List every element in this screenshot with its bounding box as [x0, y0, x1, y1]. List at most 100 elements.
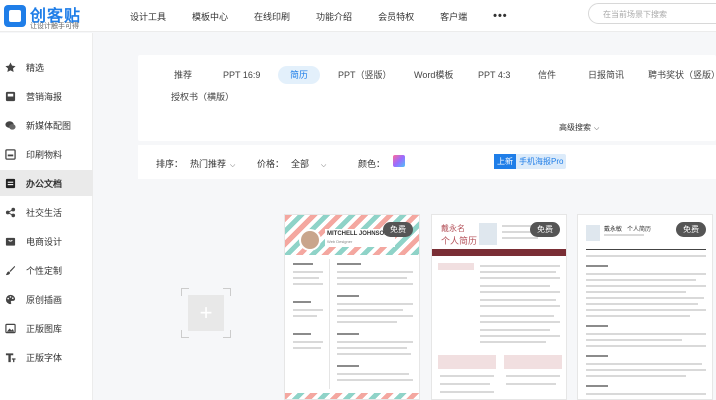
sidebar-item-label: 电商设计 [26, 236, 63, 247]
card-name: 戴永敏 [604, 227, 623, 233]
card-title: 个人简历 [627, 227, 652, 233]
text-line [480, 271, 556, 273]
text-line [293, 277, 319, 279]
text-line [337, 353, 411, 355]
sidebar-item-label: 办公文档 [26, 178, 63, 189]
text-line [480, 321, 560, 323]
nav-membership[interactable]: 会员特权 [378, 10, 414, 23]
tab-authorization-horizontal[interactable]: 授权书（横版） [171, 88, 234, 106]
text-line [586, 325, 608, 327]
tab-word-template[interactable]: Word模板 [414, 66, 453, 84]
tab-resume[interactable]: 简历 [278, 66, 321, 84]
nav-online-print[interactable]: 在线印刷 [254, 10, 290, 23]
avatar [299, 229, 321, 251]
create-blank-button[interactable]: + [181, 288, 231, 338]
chevron-down-icon: ⌵ [594, 125, 600, 132]
nav-design-tools[interactable]: 设计工具 [130, 10, 166, 23]
sidebar-item-office-docs[interactable]: 办公文档 [0, 170, 93, 196]
sidebar-item-label: 新媒体配图 [26, 120, 72, 131]
color-label: 颜色： [358, 159, 386, 169]
template-card[interactable]: 戴永名 个人简历 免费 [431, 214, 567, 400]
tab-ppt-vertical[interactable]: PPT（竖版） [338, 66, 392, 84]
section-tag [438, 263, 474, 270]
sidebar-item-new-media[interactable]: 新媒体配图 [0, 112, 93, 138]
sidebar: 精选 营销海报 新媒体配图 印刷物料 办公文档 社交生活 电商设计 个性定制 原… [0, 33, 93, 400]
template-card[interactable]: MITCHELL JOHNSON Web Designer 免费 [284, 214, 420, 400]
card-pattern-footer [285, 393, 419, 399]
text-line [586, 315, 690, 317]
text-line [337, 365, 359, 367]
logo-subtitle: 让设计触手可得 [30, 23, 79, 30]
nav-client[interactable]: 客户端 [440, 10, 467, 23]
section-tag [438, 355, 496, 369]
sidebar-item-custom[interactable]: 个性定制 [0, 257, 93, 283]
font-icon [4, 351, 16, 363]
social-icon [4, 206, 16, 218]
corner-mark [223, 288, 231, 296]
text-line [586, 309, 706, 311]
text-line [502, 237, 538, 239]
sidebar-item-print[interactable]: 印刷物料 [0, 141, 93, 167]
sidebar-item-social[interactable]: 社交生活 [0, 199, 93, 225]
sidebar-item-ecommerce[interactable]: 电商设计 [0, 228, 93, 254]
sidebar-item-featured[interactable]: 精选 [0, 54, 93, 80]
color-picker[interactable] [393, 155, 405, 167]
text-line [337, 315, 413, 317]
sidebar-item-illustration[interactable]: 原创插画 [0, 286, 93, 312]
text-line [293, 283, 323, 285]
image-icon [4, 322, 16, 334]
text-line [586, 265, 608, 267]
text-line [337, 295, 359, 297]
divider [329, 259, 330, 389]
logo[interactable]: 创客贴 让设计触手可得 [4, 2, 104, 30]
card-name: MITCHELL JOHNSON [327, 231, 389, 237]
section-tag [504, 355, 562, 369]
sidebar-item-stock-images[interactable]: 正版图库 [0, 315, 93, 341]
nav-template-center[interactable]: 模板中心 [192, 10, 228, 23]
tab-recommended[interactable]: 推荐 [174, 66, 192, 84]
category-panel: 推荐 PPT 16:9 简历 PPT（竖版） Word模板 PPT 4:3 信件… [138, 55, 716, 141]
text-line [440, 375, 494, 377]
promo-banner[interactable]: 上新 手机海报Pro [494, 154, 566, 169]
free-badge: 免费 [383, 222, 413, 237]
nav-features[interactable]: 功能介绍 [316, 10, 352, 23]
more-menu-icon[interactable]: ••• [493, 10, 508, 22]
text-line [337, 333, 359, 335]
sort-value: 热门推荐 [190, 159, 227, 169]
poster-icon [4, 90, 16, 102]
text-line [337, 321, 397, 323]
text-line [480, 277, 560, 279]
text-line [604, 234, 644, 236]
tab-certificate-vertical[interactable]: 聘书奖状（竖版） [648, 66, 716, 84]
tab-letter[interactable]: 信件 [538, 66, 556, 84]
text-line [586, 285, 706, 287]
corner-mark [223, 330, 231, 338]
text-line [506, 383, 556, 385]
text-line [337, 277, 407, 279]
text-line [440, 383, 490, 385]
template-card[interactable]: 戴永敏 个人简历 免费 [577, 214, 713, 400]
search-input[interactable]: 在当前场景下搜索 [588, 3, 716, 24]
text-line [440, 391, 494, 393]
text-line [586, 291, 686, 293]
text-line [337, 283, 413, 285]
advanced-search-button[interactable]: 高级搜索 ⌵ [559, 122, 599, 133]
sort-dropdown[interactable]: 热门推荐 ⌵ [190, 157, 235, 170]
brush-icon [4, 264, 16, 276]
main-nav: 设计工具 模板中心 在线印刷 功能介绍 会员特权 客户端 ••• [130, 0, 508, 32]
sidebar-item-marketing-poster[interactable]: 营销海报 [0, 83, 93, 109]
sidebar-item-fonts[interactable]: 正版字体 [0, 344, 93, 370]
tab-ppt-16-9[interactable]: PPT 16:9 [223, 66, 260, 84]
text-line [337, 303, 413, 305]
text-line [337, 373, 409, 375]
tab-daily-news[interactable]: 日报简讯 [588, 66, 624, 84]
price-dropdown[interactable]: 全部 ⌵ [291, 157, 326, 170]
sidebar-item-label: 印刷物料 [26, 149, 63, 160]
print-icon [4, 148, 16, 160]
free-badge: 免费 [676, 222, 706, 237]
tab-ppt-4-3[interactable]: PPT 4:3 [478, 66, 510, 84]
text-line [586, 355, 608, 357]
corner-mark [181, 330, 189, 338]
sidebar-item-label: 正版字体 [26, 352, 63, 363]
top-bar: 创客贴 让设计触手可得 设计工具 模板中心 在线印刷 功能介绍 会员特权 客户端… [0, 0, 716, 32]
